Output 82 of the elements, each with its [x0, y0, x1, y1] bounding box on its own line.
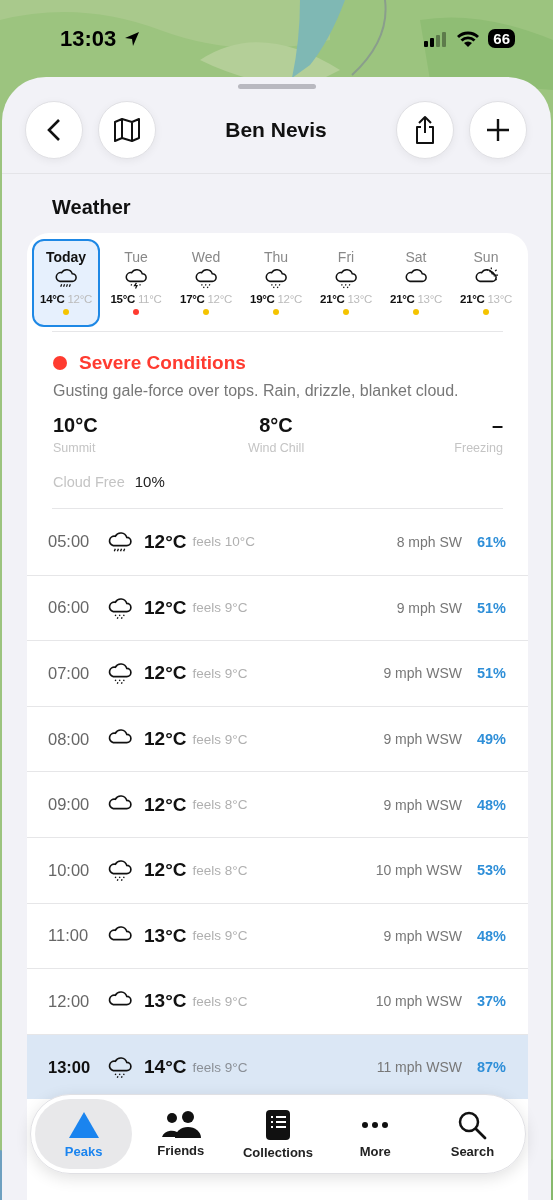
- stat-value: 8°C: [259, 414, 293, 437]
- wind: 9 mph WSW: [383, 665, 462, 682]
- people-icon: [160, 1110, 201, 1139]
- day-tab[interactable]: Thu 19°C 12°C: [242, 239, 310, 327]
- conditions-description: Gusting gale-force over tops. Rain, drizzle, blanket cloud.: [53, 382, 460, 400]
- chevron-left-icon: [47, 118, 61, 142]
- stat-value: 10°C: [53, 414, 98, 437]
- feels-like: feels 9°C: [192, 666, 248, 681]
- wind: 9 mph WSW: [383, 731, 462, 748]
- feels-like: feels 9°C: [192, 993, 248, 1009]
- hour-time: 08:00: [48, 729, 91, 749]
- cloud-chance: 87%: [475, 1059, 506, 1076]
- wind: 10 mph WSW: [375, 993, 462, 1010]
- stat-label: Summit: [53, 441, 96, 455]
- cloud-chance: 49%: [475, 731, 506, 748]
- day-tab[interactable]: Sun 21°C 13°C: [452, 239, 520, 327]
- hour-time: 05:00: [48, 532, 91, 552]
- hour-time: 11:00: [48, 926, 90, 946]
- day-tab[interactable]: Wed 17°C 12°C: [172, 239, 240, 327]
- hour-temperature: 12°C: [144, 859, 187, 882]
- feels-like: feels 9°C: [192, 1059, 248, 1075]
- status-time: 13:03: [60, 25, 117, 52]
- day-tab[interactable]: Fri 21°C 13°C: [312, 239, 380, 327]
- battery-level: 66: [488, 29, 515, 48]
- signal-icon: [424, 30, 449, 47]
- cloud-free-label: Cloud Free: [53, 474, 125, 490]
- feels-like: feels 9°C: [192, 600, 248, 616]
- cloud-chance: 51%: [475, 665, 506, 682]
- hour-temperature: 13°C: [144, 990, 187, 1013]
- hour-time: 07:00: [48, 664, 91, 683]
- day-tab[interactable]: Today 14°C 12°C: [32, 239, 100, 327]
- hour-temperature: 12°C: [144, 662, 187, 685]
- hour-temperature: 14°C: [144, 1056, 187, 1079]
- feels-like: feels 8°C: [192, 797, 248, 813]
- tab-item[interactable]: More: [326, 1099, 424, 1169]
- tab-item[interactable]: Search: [423, 1099, 521, 1169]
- wind: 10 mph WSW: [375, 862, 462, 879]
- hour-temperature: 12°C: [144, 793, 187, 816]
- wind: 9 mph SW: [396, 599, 462, 616]
- day-tab[interactable]: Tue 15°C 11°C: [102, 239, 170, 327]
- conditions-title: Severe Conditions: [79, 352, 246, 374]
- section-title: Weather: [52, 196, 132, 219]
- hour-time: 13:00: [48, 1057, 92, 1077]
- cloud-free-value: 10%: [134, 473, 165, 490]
- cloud-chance: 48%: [475, 927, 506, 944]
- stat-value: –: [491, 414, 503, 437]
- cloud-chance: 53%: [475, 862, 506, 879]
- hour-time: 10:00: [48, 860, 91, 880]
- peak-title: Ben Nevis: [224, 118, 328, 142]
- day-tab[interactable]: Sat 21°C 13°C: [382, 239, 450, 327]
- hour-temperature: 12°C: [144, 530, 187, 553]
- more-icon: [360, 1121, 391, 1128]
- hour-time: 09:00: [48, 795, 91, 815]
- hour-temperature: 13°C: [144, 924, 187, 947]
- location-arrow-icon: [124, 30, 141, 47]
- cloud-chance: 48%: [475, 796, 506, 813]
- wind: 9 mph WSW: [383, 796, 462, 813]
- wind: 9 mph WSW: [383, 927, 462, 944]
- wind: 11 mph WSW: [376, 1059, 462, 1076]
- cloud-chance: 51%: [475, 599, 506, 616]
- wifi-icon: [456, 29, 481, 48]
- tab-item[interactable]: Friends: [132, 1099, 230, 1169]
- hour-time: 12:00: [48, 991, 91, 1011]
- cloud-chance: 37%: [475, 993, 506, 1010]
- feels-like: feels 9°C: [192, 731, 248, 747]
- tab-item[interactable]: Collections: [229, 1099, 327, 1169]
- feels-like: feels 10°C: [192, 534, 255, 550]
- share-icon: [413, 115, 437, 145]
- feels-like: feels 8°C: [192, 862, 248, 878]
- hour-temperature: 12°C: [144, 728, 187, 751]
- wind: 8 mph SW: [396, 533, 462, 550]
- hour-temperature: 12°C: [144, 596, 187, 619]
- hour-time: 06:00: [48, 598, 91, 618]
- stat-label: Wind Chill: [247, 441, 305, 455]
- feels-like: feels 9°C: [192, 928, 248, 944]
- map-icon: [113, 117, 141, 143]
- stat-label: Freezing: [454, 441, 503, 455]
- list-icon: [265, 1108, 291, 1141]
- plus-icon: [486, 118, 510, 142]
- hour-row[interactable]: 13:00 14°C feels 9°C 11 mph WSW 87%: [27, 1033, 528, 1100]
- search-icon: [457, 1109, 488, 1140]
- cloud-chance: 61%: [475, 533, 506, 550]
